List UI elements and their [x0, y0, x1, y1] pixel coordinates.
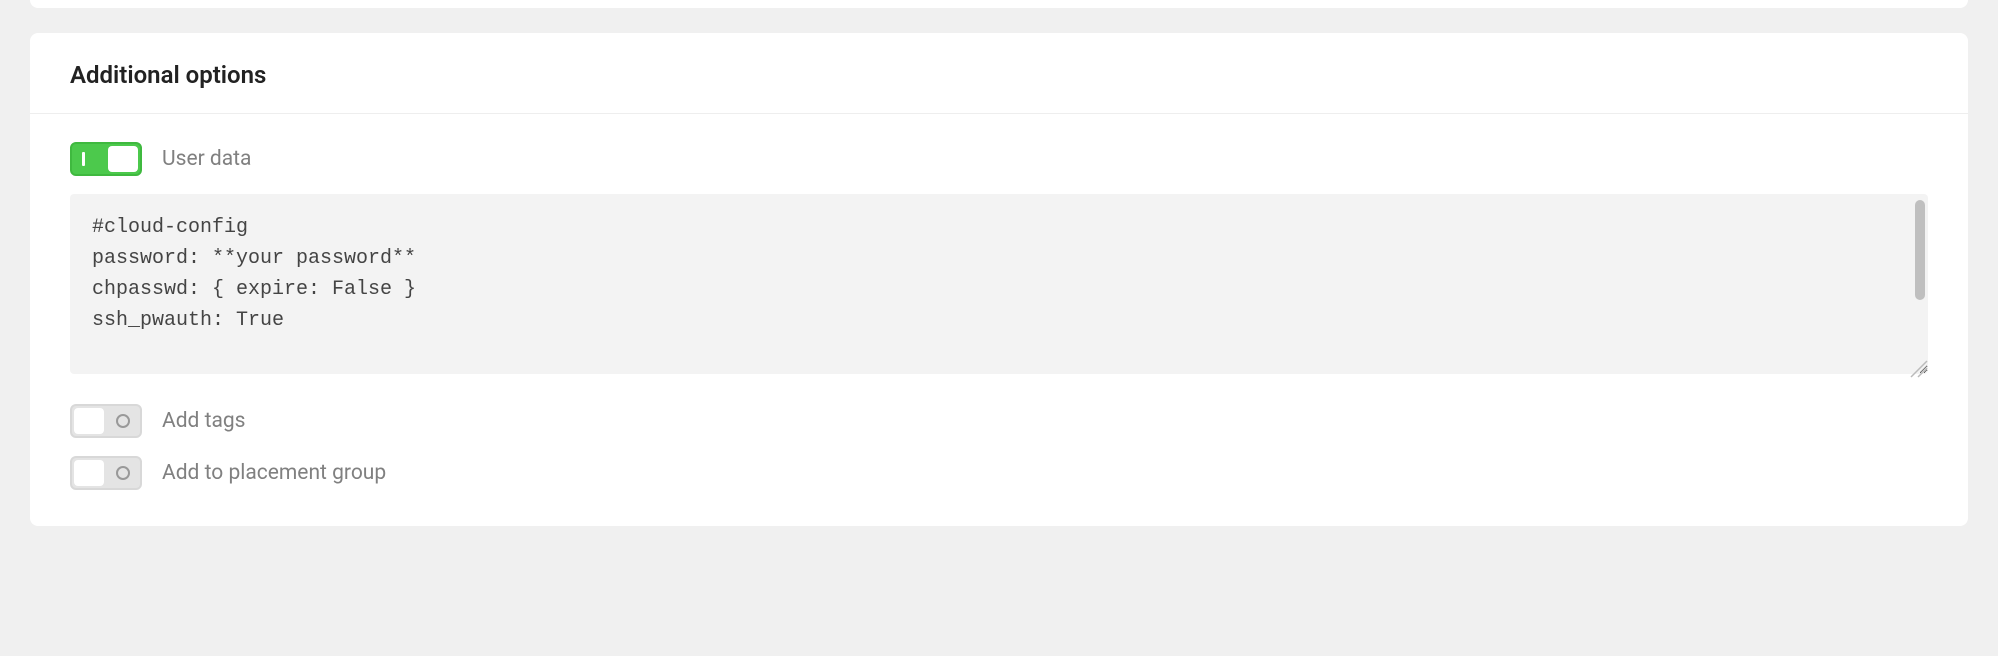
toggle-on-indicator-icon — [82, 152, 85, 166]
card-title: Additional options — [70, 61, 1928, 89]
textarea-scrollbar[interactable] — [1914, 200, 1926, 358]
user-data-label: User data — [162, 147, 251, 171]
toggle-off-indicator-icon — [116, 466, 130, 480]
toggle-knob — [74, 408, 104, 434]
toggle-knob — [74, 460, 104, 486]
page-container: Additional options User data — [0, 0, 1998, 556]
card-body: User data Add tags — [30, 114, 1968, 526]
add-tags-toggle[interactable] — [70, 404, 142, 438]
additional-options-card: Additional options User data — [30, 33, 1968, 526]
card-header: Additional options — [30, 33, 1968, 114]
previous-card-edge — [30, 0, 1968, 8]
toggle-off-indicator-icon — [116, 414, 130, 428]
toggle-knob — [108, 146, 138, 172]
add-tags-label: Add tags — [162, 409, 246, 433]
user-data-textarea[interactable] — [70, 194, 1928, 374]
user-data-row: User data — [70, 142, 1928, 176]
user-data-textarea-wrap — [70, 194, 1928, 378]
add-tags-row: Add tags — [70, 404, 1928, 438]
user-data-toggle[interactable] — [70, 142, 142, 176]
scrollbar-thumb — [1915, 200, 1925, 300]
placement-group-toggle[interactable] — [70, 456, 142, 490]
placement-group-label: Add to placement group — [162, 461, 386, 485]
placement-group-row: Add to placement group — [70, 456, 1928, 490]
